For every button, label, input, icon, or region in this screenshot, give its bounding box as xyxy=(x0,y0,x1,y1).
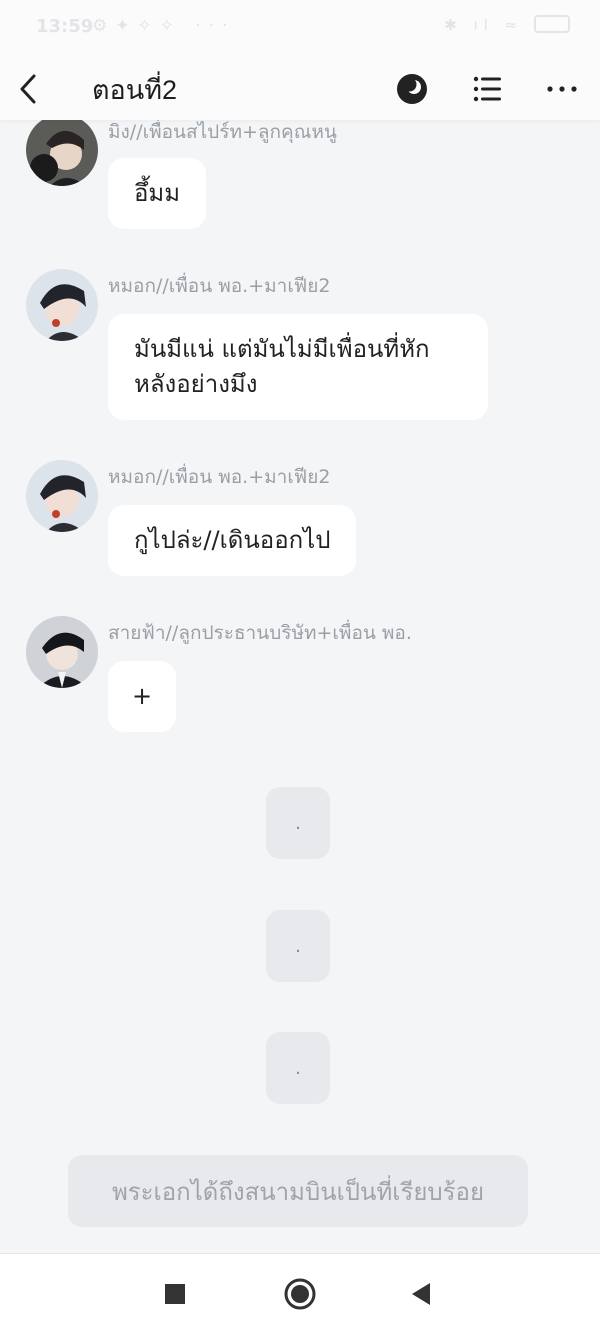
home-button[interactable] xyxy=(280,1274,320,1314)
narration-bubble: . xyxy=(266,910,330,982)
recent-apps-button[interactable] xyxy=(155,1274,195,1314)
avatar[interactable] xyxy=(26,616,98,688)
sender-name: สายฟ้า//ลูกประธานบริษัท+เพื่อน พอ. xyxy=(108,622,412,644)
more-options-button[interactable] xyxy=(542,66,582,112)
sender-name: หมอก//เพื่อน พอ.+มาเฟีย2 xyxy=(108,466,331,488)
back-button[interactable] xyxy=(14,66,44,112)
message-bubble: กูไปล่ะ//เดินออกไป xyxy=(108,505,357,576)
sender-name: มิง//เพื่อนสไปร์ท+ลูกคุณหนู xyxy=(108,121,337,143)
more-horizontal-icon xyxy=(547,86,577,92)
circle-home-icon xyxy=(284,1278,316,1310)
system-navigation-bar xyxy=(0,1253,600,1333)
chevron-left-icon xyxy=(20,74,36,104)
system-back-button[interactable] xyxy=(401,1274,441,1314)
narration-bubble: . xyxy=(266,1032,330,1104)
sender-name: หมอก//เพื่อน พอ.+มาเฟีย2 xyxy=(108,275,331,297)
message-bubble: + xyxy=(108,661,177,732)
list-icon xyxy=(473,76,501,102)
avatar[interactable] xyxy=(26,269,98,341)
night-mode-button[interactable] xyxy=(392,66,432,112)
triangle-back-icon xyxy=(412,1283,430,1305)
avatar[interactable] xyxy=(26,460,98,532)
avatar[interactable] xyxy=(26,114,98,186)
top-app-bar: ตอนที่2 xyxy=(0,58,600,120)
chapter-list-button[interactable] xyxy=(467,66,507,112)
status-bar: 13:59 ⚙✦✧✧ ··· ✱ ıl ≈ xyxy=(0,0,600,58)
avatar-dark-hair-icon xyxy=(26,460,98,532)
avatar-dark-hair-cat-icon xyxy=(26,114,98,186)
page-title: ตอนที่2 xyxy=(92,75,178,105)
battery-icon xyxy=(534,14,570,33)
continue-story-button[interactable]: พระเอกได้ถึงสนามบินเป็นที่เรียบร้อย xyxy=(68,1155,528,1227)
system-icons: ✱ ıl ≈ xyxy=(444,14,570,35)
message-bubble: อึ้มม xyxy=(108,158,207,229)
message-bubble: มันมีแน่ แต่มันไม่มีเพื่อนที่หัก หลังอย่… xyxy=(108,314,488,420)
avatar-dark-hair-suit-icon xyxy=(26,616,98,688)
avatar-dark-hair-icon xyxy=(26,269,98,341)
notification-icons: ⚙✦✧✧ ··· xyxy=(92,16,236,36)
moon-icon xyxy=(397,74,427,104)
narration-bubble: . xyxy=(266,787,330,859)
status-time: 13:59 xyxy=(36,16,94,37)
square-icon xyxy=(165,1284,185,1304)
